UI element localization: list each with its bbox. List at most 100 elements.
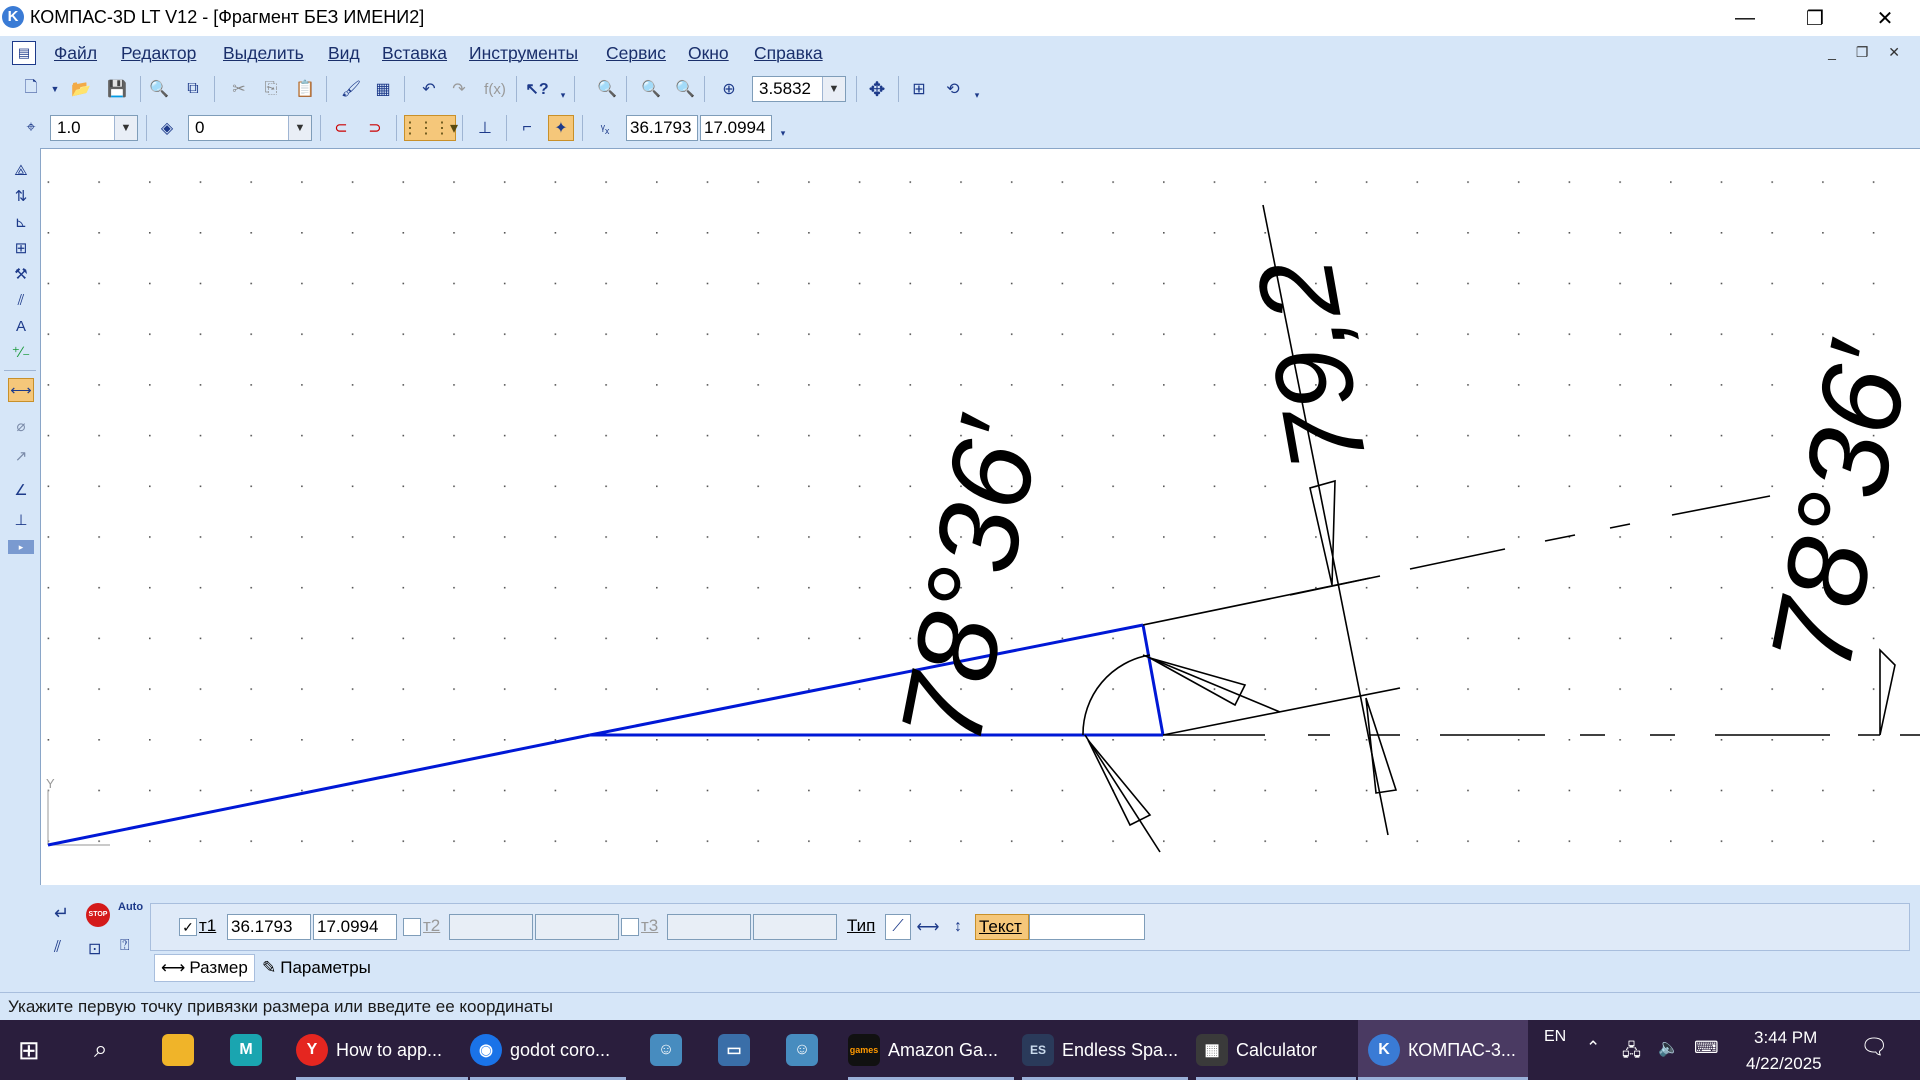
menu-file[interactable]: Файл — [54, 43, 97, 64]
remote-desktop-icon[interactable]: ▭ — [718, 1020, 758, 1080]
arrays-icon[interactable]: ⊞ — [8, 236, 34, 260]
refresh-view-icon[interactable]: ⊞ — [906, 76, 932, 102]
dimension-sub-icon[interactable]: ⫽ — [54, 939, 61, 957]
new-dropdown-icon[interactable]: ▼ — [42, 76, 68, 102]
menu-insert[interactable]: Вставка — [382, 43, 447, 64]
chevron-down-icon[interactable]: ▼ — [288, 116, 311, 140]
t3-checkbox[interactable] — [621, 918, 639, 936]
enter-icon[interactable]: ↵ — [54, 903, 69, 924]
new-document-icon[interactable]: 🗋 — [18, 76, 44, 102]
zoom-combobox[interactable]: 3.5832 ▼ — [752, 76, 846, 102]
taskbar-app-amazon-games[interactable]: games Amazon Ga... — [848, 1020, 1014, 1080]
pan-move-icon[interactable]: ✥ — [864, 76, 890, 102]
zoom-in-icon[interactable]: 🔍 — [672, 76, 698, 102]
editing-icon[interactable]: ⇅ — [8, 184, 34, 208]
type-aligned-icon[interactable]: ⟋ — [885, 914, 911, 940]
toolbar-overflow-icon-3[interactable]: ▾ — [776, 120, 790, 146]
cut-icon[interactable]: ✂ — [226, 76, 252, 102]
t1-x-field[interactable]: 36.1793 — [227, 914, 311, 940]
document-icon[interactable]: ▤ — [12, 41, 36, 65]
clock-time[interactable]: 3:44 PM — [1754, 1028, 1817, 1048]
t1-y-field[interactable]: 17.0994 — [313, 914, 397, 940]
expand-panel-icon[interactable]: ▸ — [8, 540, 34, 554]
godot-icon-2[interactable]: ☺ — [786, 1020, 826, 1080]
notifications-icon[interactable]: 🗨 — [1860, 1034, 1888, 1060]
height-dimension-icon[interactable]: ⊥ — [8, 508, 34, 532]
cursor-x-field[interactable]: 36.1793 — [626, 115, 698, 141]
local-cs-icon[interactable]: ⊥ — [472, 115, 498, 141]
save-icon[interactable]: 💾 — [104, 76, 130, 102]
chevron-up-icon[interactable]: ⌃ — [1586, 1038, 1600, 1058]
menu-edit[interactable]: Редактор — [121, 43, 196, 64]
help-pointer-icon[interactable]: ↖? — [524, 76, 550, 102]
angular-dimension-icon[interactable]: ∠ — [8, 478, 34, 502]
start-windows-icon[interactable]: ⊞ — [18, 1020, 40, 1080]
stop-icon[interactable]: STOP — [86, 903, 110, 927]
cursor-step-combobox[interactable]: 1.0 ▼ — [50, 115, 138, 141]
taskbar-app-calculator[interactable]: ▦ Calculator — [1196, 1020, 1356, 1080]
document-manager-icon[interactable]: ⧉ — [180, 76, 206, 102]
minimize-button[interactable]: — — [1710, 0, 1780, 36]
hammer-icon[interactable]: ⚒ — [8, 262, 34, 286]
zoom-dynamic-icon[interactable]: ⊕ — [716, 76, 742, 102]
type-horizontal-icon[interactable]: ⟷ — [915, 914, 941, 940]
parametric-mode-icon[interactable]: ✦ — [548, 115, 574, 141]
variables-fx-icon[interactable]: f(x) — [478, 76, 512, 102]
grid-toggle-icon[interactable]: ⋮⋮⋮▾ — [402, 115, 458, 141]
type-vertical-icon[interactable]: ↕ — [945, 914, 971, 940]
redraw-icon[interactable]: ⟲ — [940, 76, 966, 102]
volume-icon[interactable]: 🔈 — [1658, 1038, 1679, 1058]
tab-size[interactable]: ⟷ Размер — [154, 954, 255, 982]
t2-checkbox[interactable] — [403, 918, 421, 936]
godot-icon[interactable]: ☺ — [650, 1020, 690, 1080]
linear-dimension-icon[interactable]: ⟷ — [8, 378, 34, 402]
menu-view[interactable]: Вид — [328, 43, 360, 64]
properties-brush-icon[interactable]: 🖌 — [338, 76, 364, 102]
taskbar-app-yandex[interactable]: Y How to app... — [296, 1020, 468, 1080]
zoom-window-icon[interactable]: 🔍 — [638, 76, 664, 102]
chevron-down-icon[interactable]: ▼ — [822, 77, 845, 101]
diameter-dimension-icon[interactable]: ⌀ — [8, 414, 34, 438]
text-tools-icon[interactable]: A — [8, 314, 34, 338]
tab-parameters[interactable]: ✎ Параметры — [256, 954, 377, 982]
search-icon[interactable]: ⌕ — [94, 1020, 107, 1080]
geometry-icon[interactable]: ⟁ — [8, 158, 34, 182]
redo-icon[interactable]: ↷ — [446, 76, 472, 102]
menu-tools[interactable]: Инструменты — [469, 43, 578, 64]
measure-icon[interactable]: ⁺∕₋ — [8, 340, 34, 364]
layers-icon[interactable]: ◈ — [154, 115, 180, 141]
language-indicator[interactable]: EN — [1544, 1028, 1566, 1046]
menu-select[interactable]: Выделить — [223, 43, 304, 64]
text-field[interactable] — [1029, 914, 1145, 940]
menu-window[interactable]: Окно — [688, 43, 729, 64]
t3-x-field[interactable] — [667, 914, 751, 940]
print-preview-icon[interactable]: 🔍 — [146, 76, 172, 102]
maya-icon[interactable]: M — [230, 1020, 270, 1080]
snap-magnet-icon[interactable]: ⊂ — [328, 115, 354, 141]
t2-y-field[interactable] — [535, 914, 619, 940]
keyboard-icon[interactable]: ⌨ — [1694, 1038, 1719, 1058]
close-button[interactable]: ✕ — [1850, 0, 1920, 36]
undo-icon[interactable]: ↶ — [416, 76, 442, 102]
toolbar-overflow-icon-2[interactable]: ▾ — [970, 82, 984, 108]
ortho-mode-icon[interactable]: ⌐ — [514, 115, 540, 141]
auto-create-icon[interactable]: Auto — [118, 901, 143, 913]
local-snap-icon[interactable]: ⊃ — [362, 115, 388, 141]
step-cursor-icon[interactable]: ⌖ — [18, 115, 44, 141]
drawing-svg[interactable]: Y 79,2 78°36′ 78°36′ — [41, 149, 1920, 885]
maximize-button[interactable]: ❐ — [1780, 0, 1850, 36]
network-icon[interactable]: 🖧 — [1622, 1038, 1641, 1067]
cursor-y-field[interactable]: 17.0994 — [700, 115, 772, 141]
t2-x-field[interactable] — [449, 914, 533, 940]
drawing-canvas[interactable]: Y 79,2 78°36′ 78°36′ — [41, 149, 1920, 885]
clock-date[interactable]: 4/22/2025 — [1746, 1054, 1822, 1074]
open-folder-icon[interactable]: 📂 — [68, 76, 94, 102]
toolbar-overflow-icon[interactable]: ▾ — [556, 82, 570, 108]
t1-checkbox[interactable]: ✓ — [179, 918, 197, 936]
menu-service[interactable]: Сервис — [606, 43, 666, 64]
parametrization-icon[interactable]: ⊾ — [8, 210, 34, 234]
file-explorer-icon[interactable] — [162, 1020, 202, 1080]
layer-combobox[interactable]: 0 ▼ — [188, 115, 312, 141]
help-icon[interactable]: ⍰ — [120, 937, 130, 955]
snap-frame-icon[interactable]: ⊡ — [88, 939, 101, 959]
